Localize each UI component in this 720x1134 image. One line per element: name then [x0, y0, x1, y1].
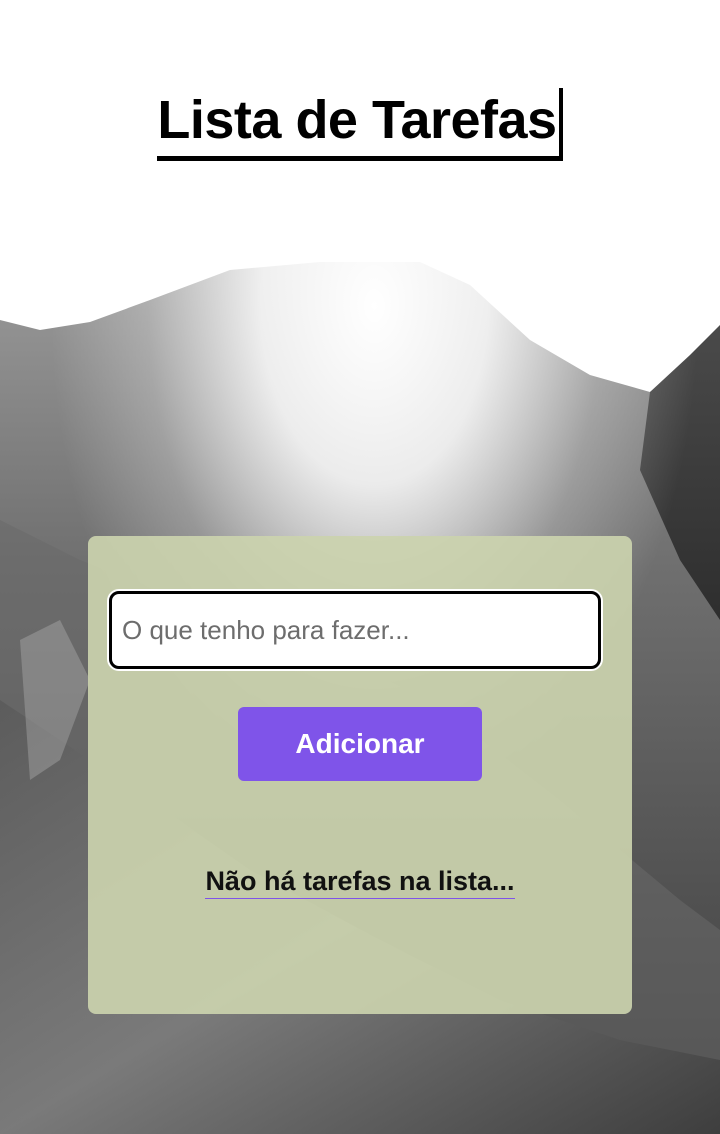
- task-input[interactable]: [109, 591, 601, 669]
- page-title: Lista de Tarefas: [157, 88, 563, 161]
- add-task-button[interactable]: Adicionar: [238, 707, 482, 781]
- todo-card: Adicionar Não há tarefas na lista...: [88, 536, 632, 1014]
- task-list: Não há tarefas na lista...: [88, 866, 632, 899]
- header: Lista de Tarefas: [0, 88, 720, 161]
- empty-list-message: Não há tarefas na lista...: [205, 866, 515, 899]
